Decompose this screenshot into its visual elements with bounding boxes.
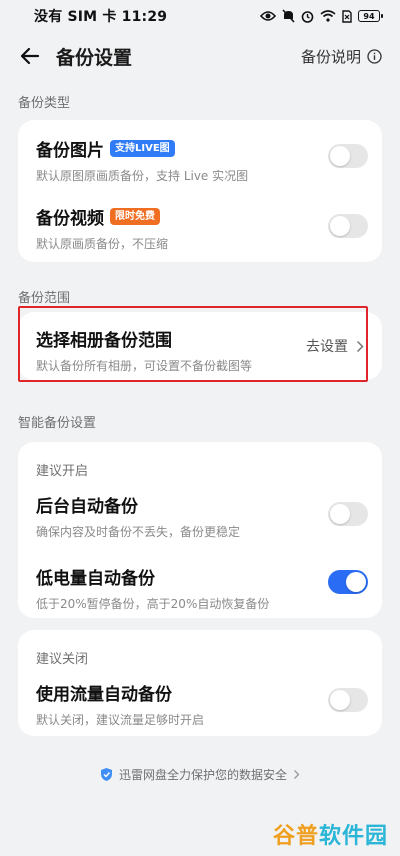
cellular-backup-subtitle: 默认关闭，建议流量足够时开启 bbox=[36, 713, 205, 727]
toggle-knob bbox=[330, 690, 350, 710]
app-header: 备份设置 备份说明 bbox=[0, 38, 400, 74]
backup-help-link[interactable]: 备份说明 bbox=[301, 46, 382, 67]
low-battery-backup-row: 低电量自动备份 低于20%暂停备份，高于20%自动恢复备份 bbox=[36, 564, 368, 612]
backup-videos-title-line: 备份视频 限时免费 bbox=[36, 204, 368, 229]
backup-photos-row: 备份图片 支持LIVE图 默认原图原画质备份，支持 Live 实况图 bbox=[36, 136, 368, 184]
backup-photos-title: 备份图片 bbox=[36, 141, 104, 161]
backup-photos-toggle[interactable] bbox=[328, 144, 368, 168]
backup-photos-subtitle: 默认原图原画质备份，支持 Live 实况图 bbox=[36, 169, 249, 183]
background-backup-row: 后台自动备份 确保内容及时备份不丢失，备份更稳定 bbox=[36, 492, 368, 540]
backup-videos-toggle[interactable] bbox=[328, 214, 368, 238]
watermark-text-a: 谷普 bbox=[272, 824, 319, 849]
back-button[interactable] bbox=[18, 44, 42, 68]
arrow-left-icon bbox=[20, 47, 40, 65]
limited-free-badge: 限时免费 bbox=[110, 208, 160, 225]
group-label-recommended-off: 建议关闭 bbox=[36, 652, 89, 667]
low-battery-backup-title: 低电量自动备份 bbox=[36, 569, 155, 589]
toggle-knob bbox=[330, 146, 350, 166]
toggle-knob bbox=[330, 504, 350, 524]
page-title: 备份设置 bbox=[56, 47, 133, 69]
cellular-backup-toggle[interactable] bbox=[328, 688, 368, 712]
background-backup-subtitle: 确保内容及时备份不丢失，备份更稳定 bbox=[36, 525, 241, 539]
alarm-icon bbox=[301, 10, 314, 23]
watermark-logo: 谷普软件园 bbox=[273, 818, 388, 850]
backup-videos-subtitle: 默认原画质备份，不压缩 bbox=[36, 237, 169, 251]
info-icon bbox=[367, 49, 382, 64]
security-note-link[interactable]: 迅雷网盘全力保护您的数据安全 bbox=[0, 766, 400, 783]
backup-videos-title: 备份视频 bbox=[36, 209, 104, 229]
mute-icon bbox=[282, 9, 295, 23]
low-battery-backup-toggle[interactable] bbox=[328, 570, 368, 594]
cellular-backup-title: 使用流量自动备份 bbox=[36, 685, 172, 705]
live-support-badge: 支持LIVE图 bbox=[110, 140, 175, 157]
backup-range-row: 选择相册备份范围 默认备份所有相册，可设置不备份截图等 bbox=[36, 326, 272, 374]
status-bar: 没有 SIM 卡 11:29 94 bbox=[0, 0, 400, 32]
battery-level: 94 bbox=[363, 11, 375, 21]
backup-help-label: 备份说明 bbox=[300, 48, 361, 66]
cellular-backup-row: 使用流量自动备份 默认关闭，建议流量足够时开启 bbox=[36, 680, 368, 728]
chevron-right-icon bbox=[356, 340, 364, 352]
carrier-time: 没有 SIM 卡 11:29 bbox=[34, 9, 168, 25]
watermark-text-b: 软件园 bbox=[318, 824, 388, 849]
group-label-recommended-on: 建议开启 bbox=[36, 464, 89, 479]
go-settings-label: 去设置 bbox=[306, 339, 348, 355]
background-backup-toggle[interactable] bbox=[328, 502, 368, 526]
section-label-backup-range: 备份范围 bbox=[18, 291, 71, 306]
security-note-text: 迅雷网盘全力保护您的数据安全 bbox=[118, 768, 287, 782]
section-label-smart-backup: 智能备份设置 bbox=[18, 416, 97, 431]
backup-type-card: 备份图片 支持LIVE图 默认原图原画质备份，支持 Live 实况图 备份视频 … bbox=[18, 120, 382, 262]
toggle-knob bbox=[346, 572, 366, 592]
recommended-off-card: 建议关闭 使用流量自动备份 默认关闭，建议流量足够时开启 bbox=[18, 630, 382, 736]
no-sim-icon bbox=[342, 9, 352, 23]
wifi-icon bbox=[320, 10, 336, 22]
section-label-backup-type: 备份类型 bbox=[18, 96, 71, 111]
backup-videos-row: 备份视频 限时免费 默认原画质备份，不压缩 bbox=[36, 204, 368, 252]
eye-icon bbox=[260, 11, 276, 21]
chevron-right-icon bbox=[294, 770, 300, 779]
toggle-knob bbox=[330, 216, 350, 236]
backup-photos-title-line: 备份图片 支持LIVE图 bbox=[36, 136, 368, 161]
recommended-on-card: 建议开启 后台自动备份 确保内容及时备份不丢失，备份更稳定 低电量自动备份 低于… bbox=[18, 442, 382, 618]
go-settings-link[interactable]: 去设置 bbox=[306, 336, 364, 356]
battery-icon: 94 bbox=[358, 10, 383, 22]
backup-range-title: 选择相册备份范围 bbox=[36, 331, 172, 351]
low-battery-backup-subtitle: 低于20%暂停备份，高于20%自动恢复备份 bbox=[36, 597, 270, 611]
status-icons: 94 bbox=[260, 9, 383, 23]
backup-range-subtitle: 默认备份所有相册，可设置不备份截图等 bbox=[36, 359, 253, 373]
shield-icon bbox=[100, 768, 112, 781]
background-backup-title: 后台自动备份 bbox=[36, 497, 138, 517]
backup-range-card[interactable]: 选择相册备份范围 默认备份所有相册，可设置不备份截图等 去设置 bbox=[18, 312, 382, 380]
